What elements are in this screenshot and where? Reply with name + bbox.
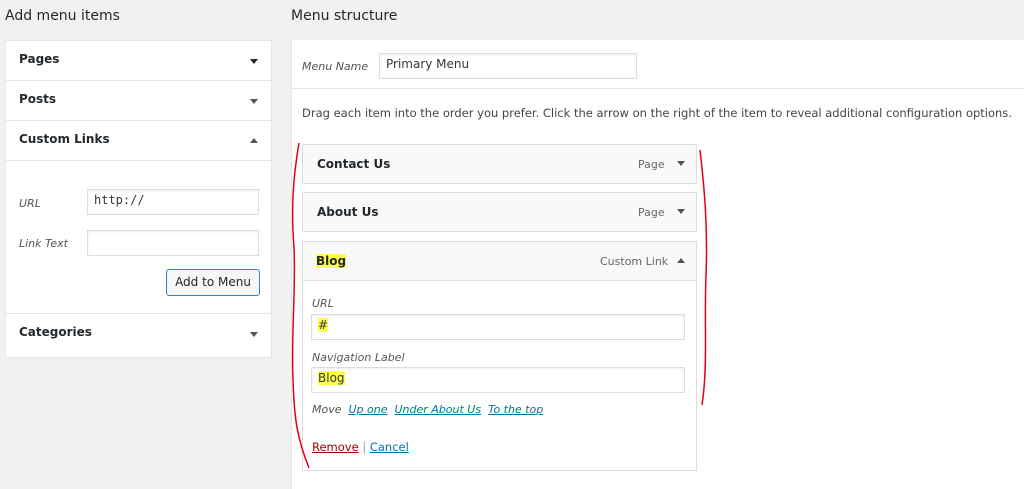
blog-url-value: # [318, 318, 329, 332]
expand-arrow-icon[interactable] [677, 209, 685, 214]
custom-url-label: URL [19, 197, 41, 210]
move-row: Move Up one Under About Us To the top [312, 403, 543, 416]
menu-items-accordion: Pages Posts Custom Links URL http:// Lin… [5, 40, 272, 358]
menu-item-title: Blog [316, 254, 347, 268]
separator: | [362, 440, 367, 454]
annotation-right-bracket [699, 149, 708, 406]
cancel-link[interactable]: Cancel [370, 440, 409, 454]
blog-url-input[interactable]: # [311, 314, 685, 340]
menu-name-input[interactable]: Primary Menu [379, 53, 637, 79]
menu-name-label: Menu Name [302, 60, 369, 73]
menu-item-title: About Us [317, 205, 379, 219]
remove-link[interactable]: Remove [312, 440, 359, 454]
custom-links-body: URL http:// Link Text Add to Menu [6, 161, 271, 314]
menu-item-type: Page [638, 158, 665, 171]
instructions-text: Drag each item into the order you prefer… [302, 106, 1012, 120]
accordion-categories[interactable]: Categories [6, 314, 271, 354]
add-to-menu-button[interactable]: Add to Menu [166, 269, 260, 296]
nav-label-input[interactable]: Blog [311, 367, 685, 393]
caret-down-icon [250, 99, 258, 104]
move-label: Move [312, 403, 342, 416]
accordion-posts-title: Posts [19, 92, 57, 106]
move-to-top-link[interactable]: To the top [488, 403, 543, 416]
nav-label-label: Navigation Label [312, 351, 405, 364]
custom-url-input[interactable]: http:// [87, 189, 259, 215]
link-text-label: Link Text [19, 237, 68, 250]
action-row: Remove | Cancel [312, 440, 409, 454]
caret-down-icon [250, 332, 258, 337]
divider [292, 88, 1024, 89]
menu-item-type: Custom Link [600, 255, 669, 268]
accordion-pages[interactable]: Pages [6, 41, 271, 81]
menu-item-type: Page [638, 206, 665, 219]
accordion-custom-links[interactable]: Custom Links [6, 121, 271, 161]
link-text-input[interactable] [87, 230, 259, 256]
accordion-pages-title: Pages [19, 52, 60, 66]
accordion-categories-title: Categories [19, 325, 92, 339]
move-up-one-link[interactable]: Up one [349, 403, 388, 416]
menu-item-about-us[interactable]: About Us Page [302, 192, 697, 232]
collapse-arrow-icon[interactable] [677, 258, 685, 263]
menu-item-title: Contact Us [317, 157, 391, 171]
menu-item-contact-us[interactable]: Contact Us Page [302, 144, 697, 184]
menu-structure-heading: Menu structure [291, 8, 398, 24]
caret-up-icon [250, 138, 258, 143]
move-under-about-us-link[interactable]: Under About Us [395, 403, 482, 416]
menu-item-blog[interactable]: Blog Custom Link [302, 241, 697, 281]
accordion-posts[interactable]: Posts [6, 81, 271, 121]
nav-label-value: Blog [318, 371, 345, 385]
expand-arrow-icon[interactable] [677, 161, 685, 166]
caret-down-icon [250, 59, 258, 64]
add-menu-items-heading: Add menu items [5, 8, 120, 24]
accordion-custom-links-title: Custom Links [19, 132, 110, 146]
blog-url-label: URL [312, 297, 334, 310]
annotation-left-bracket [291, 142, 310, 469]
menu-item-title-wrap: Blog [316, 254, 347, 268]
